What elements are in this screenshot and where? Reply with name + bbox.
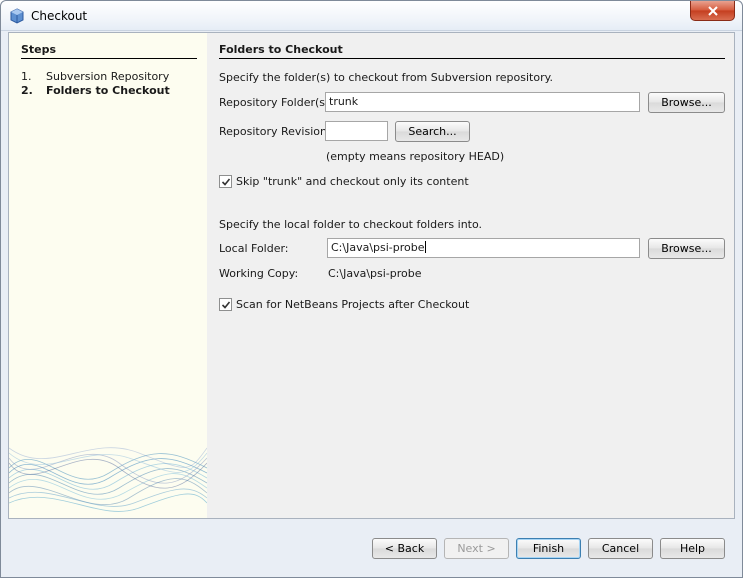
browse-repository-button[interactable]: Browse...	[648, 92, 725, 113]
revision-hint-text: (empty means repository HEAD)	[326, 150, 505, 163]
steps-title: Steps	[21, 43, 197, 59]
wizard-content: Steps 1. Subversion Repository 2. Folders …	[8, 32, 735, 519]
working-copy-label: Working Copy:	[219, 267, 299, 280]
repository-intro-text: Specify the folder(s) to checkout from S…	[219, 71, 554, 84]
close-button[interactable]	[690, 1, 735, 21]
steps-panel: Steps 1. Subversion Repository 2. Folders …	[9, 33, 207, 518]
local-folder-label: Local Folder:	[219, 242, 289, 255]
decorative-waves-image	[9, 447, 207, 512]
scan-projects-label[interactable]: Scan for NetBeans Projects after Checkou…	[236, 298, 469, 311]
search-revision-button[interactable]: Search...	[395, 121, 470, 142]
netbeans-cube-icon	[10, 8, 24, 24]
back-button[interactable]: < Back	[372, 538, 437, 559]
repository-revision-input[interactable]	[325, 121, 388, 141]
window-title: Checkout	[31, 9, 88, 23]
local-folder-intro-text: Specify the local folder to checkout fol…	[219, 218, 483, 231]
scan-projects-checkbox[interactable]	[219, 298, 232, 311]
help-button[interactable]: Help	[660, 538, 725, 559]
repository-folder-label: Repository Folder(s):	[219, 96, 334, 109]
repository-folder-input[interactable]: trunk	[325, 92, 640, 112]
text-caret	[424, 241, 426, 253]
skip-trunk-checkbox[interactable]	[219, 175, 232, 188]
repository-revision-label: Repository Revision:	[219, 125, 331, 138]
skip-trunk-label[interactable]: Skip "trunk" and checkout only its conte…	[236, 175, 469, 188]
title-bar[interactable]: Checkout	[1, 1, 742, 31]
step-subversion-repository: 1. Subversion Repository	[21, 70, 170, 83]
local-folder-input[interactable]: C:\Java\psi-probe	[327, 238, 640, 258]
close-icon	[707, 5, 718, 16]
next-button[interactable]: Next >	[444, 538, 509, 559]
browse-local-folder-button[interactable]: Browse...	[648, 238, 725, 259]
wizard-button-bar: < Back Next > Finish Cancel Help	[1, 520, 742, 577]
step-folders-to-checkout: 2. Folders to Checkout	[21, 84, 170, 97]
finish-button[interactable]: Finish	[516, 538, 581, 559]
checkout-dialog: Checkout Steps 1. Subversion Repository 2…	[0, 0, 743, 578]
checkmark-icon	[221, 300, 230, 309]
main-panel: Folders to Checkout Specify the folder(s…	[207, 33, 734, 518]
checkmark-icon	[221, 177, 230, 186]
section-title: Folders to Checkout	[219, 43, 725, 59]
working-copy-value: C:\Java\psi-probe	[328, 267, 422, 280]
cancel-button[interactable]: Cancel	[588, 538, 653, 559]
